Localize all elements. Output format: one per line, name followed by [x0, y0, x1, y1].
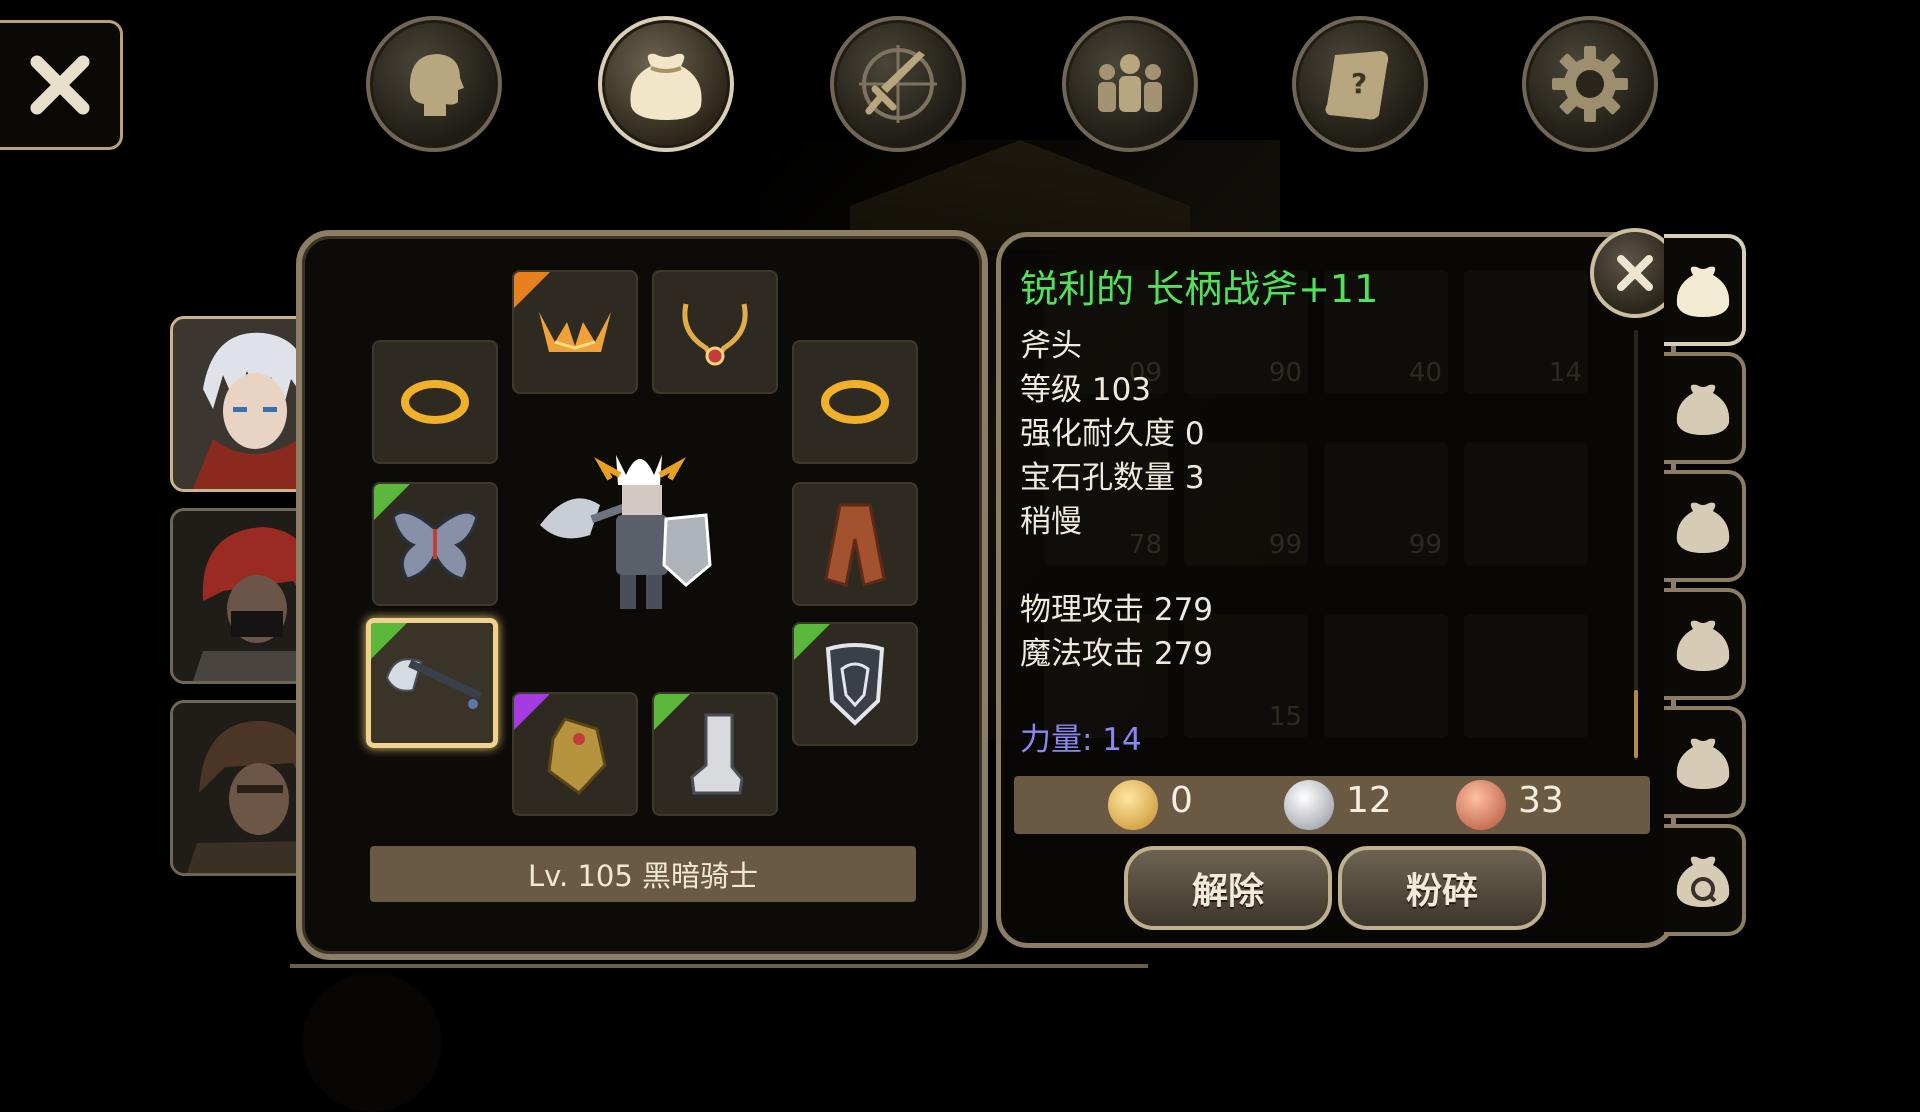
- boots-icon: [690, 713, 744, 795]
- nav-settings-button[interactable]: [1522, 16, 1658, 152]
- inventory-cell[interactable]: [1324, 614, 1448, 738]
- copper-amount: 33: [1518, 780, 1564, 821]
- nav-character-button[interactable]: [366, 16, 502, 152]
- bag-tab-3[interactable]: [1664, 470, 1746, 582]
- item-magic-attack: 魔法攻击 279: [1020, 636, 1214, 672]
- svg-text:?: ?: [1351, 67, 1367, 100]
- equip-slot-head[interactable]: [512, 270, 638, 394]
- quest-scroll-icon: ?: [1325, 51, 1389, 120]
- rarity-marker: [514, 272, 550, 308]
- copper-coin-icon: [1456, 780, 1506, 830]
- shield-icon: [825, 643, 885, 726]
- bag-tab-4[interactable]: [1664, 588, 1746, 700]
- bag-icon: [630, 53, 702, 120]
- head-icon: [409, 54, 464, 116]
- rarity-marker: [374, 484, 410, 520]
- character-sprite: [505, 420, 775, 630]
- inventory-cell[interactable]: 14: [1464, 270, 1588, 394]
- item-name: 锐利的 长柄战斧+11: [1020, 267, 1379, 311]
- party-icon: [1098, 54, 1162, 112]
- bag-icon: [1676, 384, 1730, 435]
- crown-icon: [539, 312, 611, 352]
- character-level-bar: Lv. 105 黑暗骑士: [370, 846, 916, 902]
- equip-slot-ring-left[interactable]: [372, 340, 498, 464]
- item-type: 斧头: [1020, 328, 1082, 364]
- quest-bag-icon: [1676, 856, 1730, 907]
- equip-slot-wings[interactable]: [372, 482, 498, 606]
- inventory-cell[interactable]: 99: [1324, 442, 1448, 566]
- bottom-divider: [290, 964, 1148, 968]
- equip-slot-ring-right[interactable]: [792, 340, 918, 464]
- bag-tab-quest[interactable]: [1664, 824, 1746, 936]
- equip-slot-shield[interactable]: [792, 622, 918, 746]
- bag-tab-2[interactable]: [1664, 352, 1746, 464]
- rarity-marker: [794, 624, 830, 660]
- rarity-marker: [514, 694, 550, 730]
- necklace-icon: [682, 303, 748, 366]
- gear-icon: [1552, 46, 1628, 122]
- gold-coin-icon: [1108, 780, 1158, 830]
- nav-inventory-button[interactable]: [598, 16, 734, 152]
- close-icon: [30, 55, 90, 115]
- bag-icon: [1676, 620, 1730, 671]
- close-menu-button[interactable]: [0, 20, 123, 150]
- equip-slot-gloves[interactable]: [512, 692, 638, 816]
- ring-icon: [821, 380, 889, 424]
- equip-slot-boots[interactable]: [652, 692, 778, 816]
- nav-skills-button[interactable]: [830, 16, 966, 152]
- item-physical-attack: 物理攻击 279: [1020, 592, 1214, 628]
- smash-button[interactable]: 粉碎: [1338, 846, 1546, 930]
- cape-icon: [824, 503, 886, 587]
- close-icon: [1617, 255, 1653, 291]
- sword-compass-icon: [859, 45, 937, 123]
- rarity-marker: [371, 623, 407, 659]
- equip-slot-weapon[interactable]: [366, 618, 498, 748]
- nav-party-button[interactable]: [1062, 16, 1198, 152]
- inventory-cell[interactable]: [1464, 614, 1588, 738]
- rarity-marker: [654, 694, 690, 730]
- unequip-button[interactable]: 解除: [1124, 846, 1332, 930]
- bag-icon: [1676, 502, 1730, 553]
- ring-icon: [401, 380, 469, 424]
- silver-amount: 12: [1346, 780, 1392, 821]
- nav-quest-button[interactable]: ?: [1292, 16, 1428, 152]
- dark-knight-sprite-icon: [540, 455, 712, 609]
- bag-tab-5[interactable]: [1664, 706, 1746, 818]
- bag-icon: [1676, 266, 1730, 317]
- silver-coin-icon: [1284, 780, 1334, 830]
- inventory-grid: 09 90 40 14 78 99 99 15: [1044, 270, 1604, 770]
- item-speed: 稍慢: [1020, 504, 1082, 540]
- virtual-joystick[interactable]: [302, 972, 442, 1112]
- item-gem-slots: 宝石孔数量 3: [1020, 460, 1205, 496]
- info-scroll-thumb[interactable]: [1634, 690, 1638, 758]
- item-strength: 力量: 14: [1020, 722, 1142, 758]
- bag-tab-1[interactable]: [1664, 234, 1746, 346]
- gold-amount: 0: [1170, 780, 1193, 821]
- equip-slot-cape[interactable]: [792, 482, 918, 606]
- inventory-cell[interactable]: [1464, 442, 1588, 566]
- item-level: 等级 103: [1020, 372, 1152, 408]
- equip-slot-necklace[interactable]: [652, 270, 778, 394]
- item-durability: 强化耐久度 0: [1020, 416, 1205, 452]
- character-level-label: Lv. 105 黑暗骑士: [527, 859, 759, 893]
- bag-icon: [1676, 738, 1730, 789]
